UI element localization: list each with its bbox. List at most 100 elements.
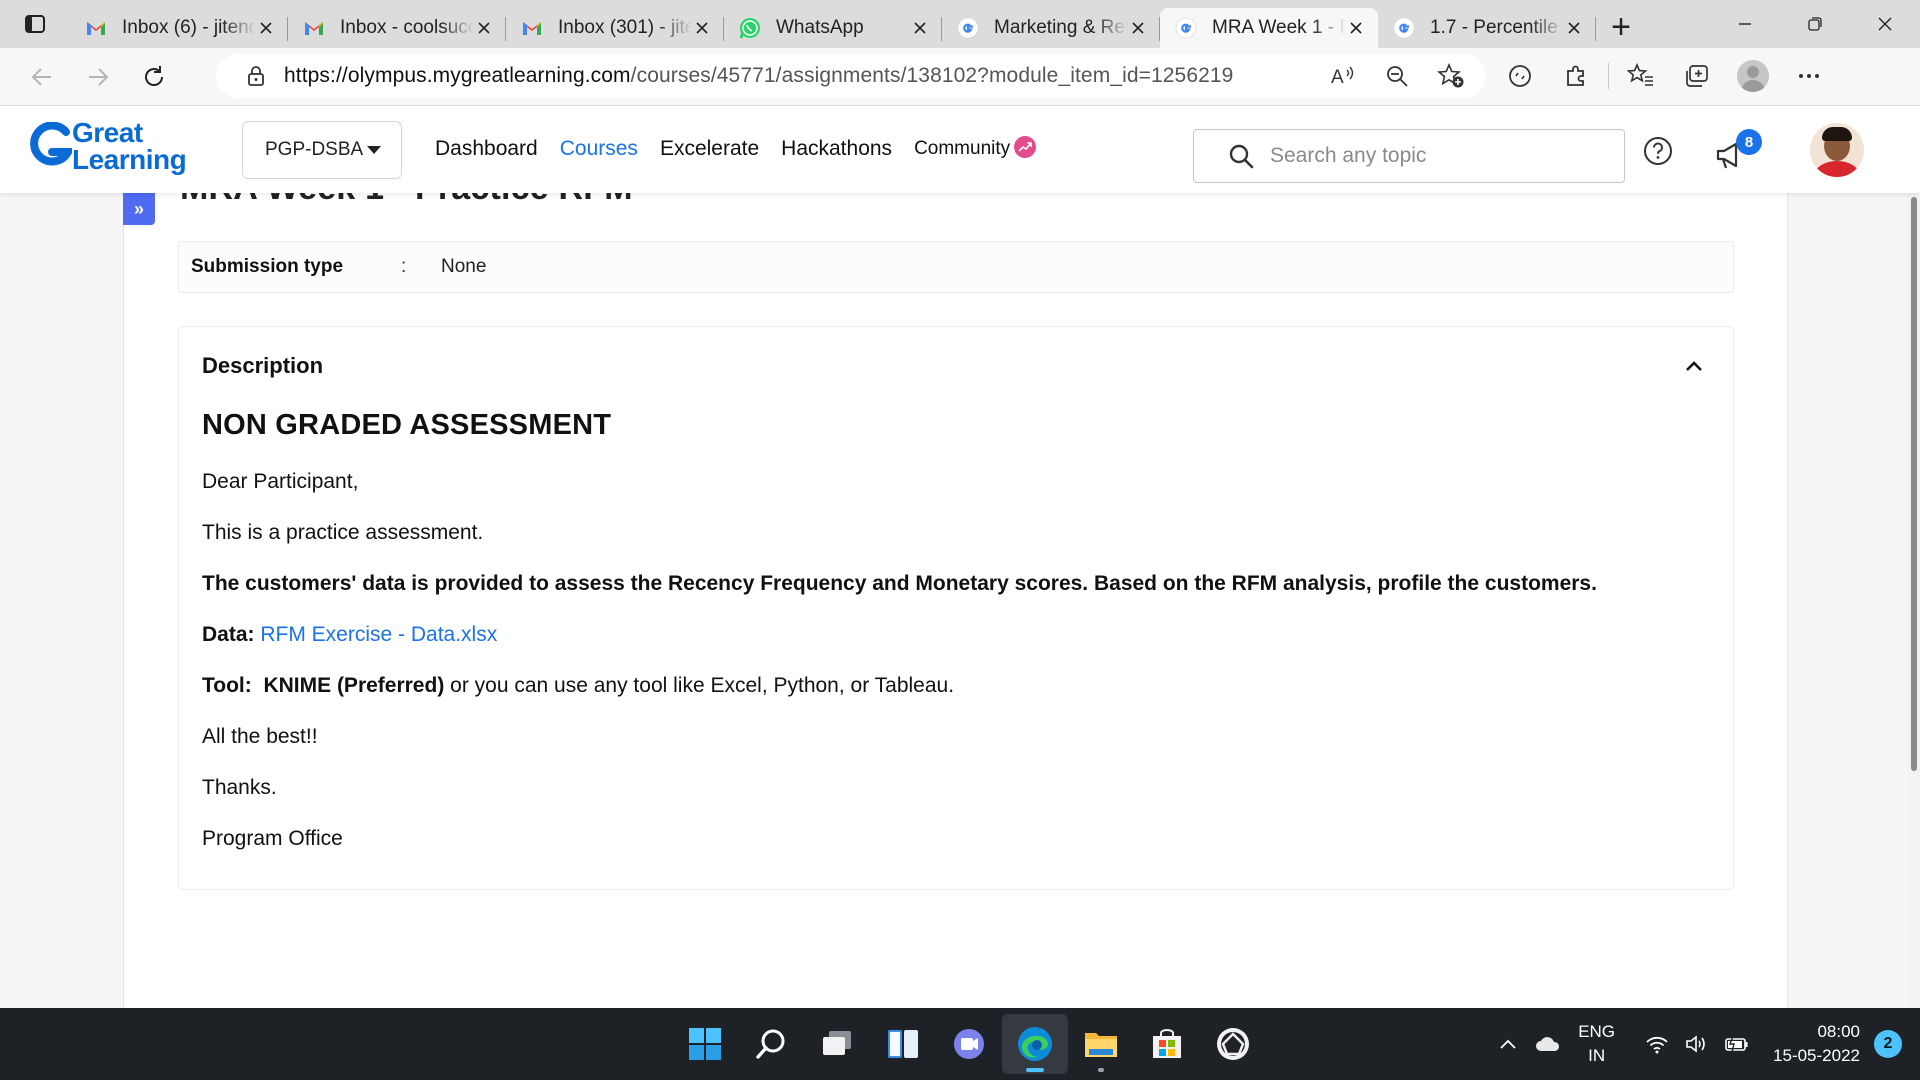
gmail-icon <box>84 16 108 40</box>
running-indicator <box>1098 1068 1104 1072</box>
browser-tab-title: MRA Week 1 - Practice <box>1212 17 1346 38</box>
nav-dashboard[interactable]: Dashboard <box>435 137 538 161</box>
tab-close-icon[interactable] <box>474 18 494 38</box>
browser-tab[interactable]: Inbox - coolsuccess <box>288 8 506 48</box>
search-box[interactable] <box>1193 129 1625 183</box>
logo-text-line2: Learning <box>72 144 187 176</box>
minimize-button[interactable] <box>1710 0 1780 48</box>
close-window-button[interactable] <box>1850 0 1920 48</box>
settings-more-button[interactable] <box>1781 54 1837 98</box>
show-hidden-icons-button[interactable] <box>1488 1024 1528 1064</box>
tool-label: Tool: <box>202 674 252 697</box>
notifications-button[interactable]: 8 <box>1714 129 1762 173</box>
program-selector[interactable]: PGP-DSBA <box>242 121 402 179</box>
taskbar-search-button[interactable] <box>738 1014 804 1074</box>
tab-close-icon[interactable] <box>1128 18 1148 38</box>
browser-essentials-button[interactable] <box>1492 54 1548 98</box>
microsoft-store-button[interactable] <box>1134 1014 1200 1074</box>
tab-close-icon[interactable] <box>1564 18 1584 38</box>
clock-date: 15-05-2022 <box>1773 1046 1860 1065</box>
forward-arrow-icon <box>89 67 109 86</box>
closing-text-2: Thanks. <box>202 776 277 799</box>
forward-button[interactable] <box>70 55 126 99</box>
add-favorite-button[interactable] <box>1424 54 1478 98</box>
extensions-button[interactable] <box>1548 54 1604 98</box>
tab-close-icon[interactable] <box>910 18 930 38</box>
double-chevron-right-icon: » <box>133 198 144 219</box>
nav-community[interactable]: Community <box>914 135 1037 160</box>
refresh-button[interactable] <box>126 55 182 99</box>
browser-tab[interactable]: WhatsApp <box>724 8 942 48</box>
description-header[interactable]: Description <box>202 353 323 379</box>
notification-center-badge[interactable]: 2 <box>1874 1030 1902 1058</box>
url-text: https://olympus.mygreatlearning.com/cour… <box>284 64 1233 88</box>
intro-text: This is a practice assessment. <box>202 521 484 544</box>
page-scrollbar-thumb[interactable] <box>1911 197 1917 771</box>
search-input[interactable] <box>1270 144 1610 168</box>
task-view-button[interactable] <box>804 1014 870 1074</box>
read-aloud-button[interactable]: A <box>1316 54 1370 98</box>
collections-button[interactable] <box>1669 54 1725 98</box>
tab-close-icon[interactable] <box>692 18 712 38</box>
profile-avatar <box>1737 60 1769 92</box>
restore-button[interactable] <box>1780 0 1850 48</box>
help-icon[interactable] <box>1642 135 1674 167</box>
new-tab-button[interactable]: + <box>1596 7 1646 47</box>
start-button[interactable] <box>672 1014 738 1074</box>
minimize-icon <box>1739 23 1751 25</box>
site-header: Great Learning PGP-DSBA Dashboard Course… <box>0 107 1920 193</box>
browser-tab[interactable]: Inbox (6) - jitendra <box>70 8 288 48</box>
browser-essentials-icon <box>1509 65 1531 87</box>
wifi-button[interactable] <box>1637 1024 1677 1064</box>
extra-app-icon <box>1217 1028 1249 1060</box>
back-arrow-icon <box>31 67 51 86</box>
back-button[interactable] <box>14 55 70 99</box>
favorites-button[interactable] <box>1613 54 1669 98</box>
tab-close-icon[interactable] <box>256 18 276 38</box>
teams-chat-button[interactable] <box>936 1014 1002 1074</box>
nav-hackathons[interactable]: Hackathons <box>781 137 892 161</box>
browser-tab[interactable]: MRA Week 1 - Practice <box>1160 8 1378 48</box>
address-bar[interactable]: https://olympus.mygreatlearning.com/cour… <box>216 54 1486 98</box>
task-view-icon <box>823 1031 851 1055</box>
clock-button[interactable]: 08:00 15-05-2022 <box>1773 1020 1860 1068</box>
input-language-button[interactable]: ENG IN <box>1578 1020 1615 1068</box>
tab-actions-button[interactable] <box>0 0 70 48</box>
browser-tab[interactable]: Marketing & Retail <box>942 8 1160 48</box>
url-host: https://olympus.mygreatlearning.com <box>284 64 631 87</box>
file-explorer-button[interactable] <box>1068 1014 1134 1074</box>
windows-taskbar: ENG IN 08:00 15-05-2022 2 <box>0 1008 1920 1080</box>
extra-app-button[interactable] <box>1200 1014 1266 1074</box>
page-title: MRA Week 1 - Practice RFM <box>180 193 633 208</box>
browser-tab-title: Inbox (6) - jitendra <box>122 17 256 38</box>
edge-taskbar-button[interactable] <box>1002 1014 1068 1074</box>
onedrive-button[interactable] <box>1528 1024 1568 1064</box>
volume-button[interactable] <box>1677 1024 1717 1064</box>
tab-close-icon[interactable] <box>1346 18 1366 38</box>
restore-icon <box>1808 17 1822 31</box>
zoom-out-button[interactable] <box>1370 54 1424 98</box>
expand-sidebar-button[interactable]: » <box>123 193 155 225</box>
great-learning-logo[interactable]: Great Learning <box>30 118 187 176</box>
data-file-link[interactable]: RFM Exercise - Data.xlsx <box>260 623 497 646</box>
profile-button[interactable] <box>1725 54 1781 98</box>
user-avatar[interactable] <box>1810 123 1864 177</box>
widgets-button[interactable] <box>870 1014 936 1074</box>
wifi-icon <box>1646 1036 1668 1054</box>
google-icon <box>956 16 980 40</box>
data-line: Data: RFM Exercise - Data.xlsx <box>202 623 1702 647</box>
submission-type-row: Submission type : None <box>178 241 1734 293</box>
browser-tab[interactable]: 1.7 - Percentile <box>1378 8 1596 48</box>
tool-alternatives: or you can use any tool like Excel, Pyth… <box>444 674 955 697</box>
search-icon <box>756 1029 785 1059</box>
browser-tab[interactable]: Inbox (301) - jitendra <box>506 8 724 48</box>
nav-excelerate[interactable]: Excelerate <box>660 137 759 161</box>
nav-courses[interactable]: Courses <box>560 137 638 161</box>
svg-text:A: A <box>1331 67 1344 88</box>
battery-button[interactable] <box>1717 1024 1757 1064</box>
widgets-icon <box>888 1030 918 1058</box>
browser-tab-strip: Inbox (6) - jitendra Inbox - coolsuccess I… <box>0 0 1920 48</box>
chevron-up-icon[interactable] <box>1683 355 1705 377</box>
tool-line: Tool: KNIME (Preferred) or you can use a… <box>202 674 1702 698</box>
page-scrollbar[interactable] <box>1908 193 1920 1008</box>
